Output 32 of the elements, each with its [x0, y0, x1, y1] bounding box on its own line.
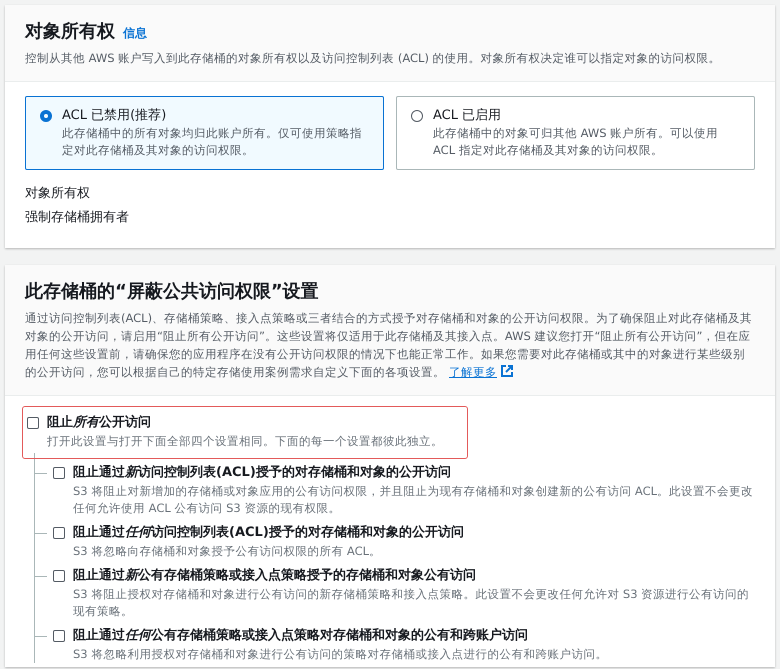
radio-button[interactable]	[411, 110, 423, 122]
radio-tile[interactable]: ACL 已禁用(推荐) 此存储桶中的所有对象均归此账户所有。仅可使用策略指定对此存储桶及其对象的访问权限。	[25, 96, 384, 170]
field-value: 强制存储桶拥有者	[25, 209, 130, 227]
field-label: 对象所有权	[25, 185, 91, 203]
checkbox-label: 阻止通过任何公有存储桶策略或接入点策略对存储桶和对象的公有和跨账户访问	[73, 626, 528, 645]
checkbox[interactable]	[53, 467, 65, 479]
option-label: ACL 已启用	[433, 107, 502, 125]
external-link-icon	[500, 364, 514, 378]
checkbox[interactable]	[53, 630, 65, 642]
section-title: 此存储桶的“屏蔽公共访问权限”设置	[25, 280, 320, 304]
checkbox-label: 阻止通过新访问控制列表(ACL)授予的对存储桶和对象的公开访问	[73, 464, 451, 482]
info-link[interactable]: 信息	[123, 25, 147, 42]
checkbox[interactable]	[53, 527, 65, 539]
checkbox[interactable]	[27, 417, 39, 429]
checkbox[interactable]	[53, 570, 65, 582]
option-label: ACL 已禁用(推荐)	[62, 107, 168, 125]
checkbox-description: S3 将阻止授权对存储桶和对象进行公有访问的新存储桶策略和接入点策略。此设置不会更改任何允许对 S3 资源进行公有访问的现有策略。	[73, 586, 750, 620]
checkbox-label: 阻止通过新公有存储桶策略或接入点策略授予的存储桶和对象公有访问	[73, 566, 476, 585]
learn-more-link[interactable]: 了解更多	[449, 365, 514, 379]
radio-button[interactable]	[40, 110, 52, 122]
checkbox-description: S3 将阻止对新增加的存储桶或对象应用的公有访问权限，并且阻止为现有存储桶和对象创建新的公有访问 ACL。此设置不会更改任何允许使用 ACL 公有访问 S3 资源的现有权限。	[73, 483, 754, 517]
option-description: 此存储桶中的所有对象均归此账户所有。仅可使用策略指定对此存储桶及其对象的访问权限。	[62, 125, 363, 159]
section-description: 通过访问控制列表(ACL)、存储桶策略、接入点策略或三者结合的方式授予对存储桶和对象的公开访问权限。为了确保阻止对此存储桶及其对象的公开访问，请启用“阻止所有公开访问”。这些设置将仅适用于此存储桶及其接入点。AWS 建议您打开“阻止所有公开访问”，但在应用任何这些设置前，请确保您的应用程序在没有公开访问权限的情况下也能正常工作。如果您需要对此存储桶或其中的对象进行某些级别的公开访问，您可以根据自己的特定存储使用案例需求自定义下面的各项设置。 了解更多	[25, 310, 754, 381]
section-description: 控制从其他 AWS 账户写入到此存储桶的对象所有权以及访问控制列表 (ACL) 的使用。对象所有权决定谁可以指定对象的访问权限。	[25, 50, 722, 67]
checkbox-description: S3 将忽略利用授权对存储桶和对象进行公有访问的策略对存储桶或接入点进行的公有和跨账户访问。	[73, 646, 608, 663]
section-title: 对象所有权	[25, 20, 115, 44]
checkbox-description: 打开此设置与打开下面全部四个设置相同。下面的每一个设置都彼此独立。	[47, 433, 443, 450]
checkbox-description: S3 将忽略向存储桶和对象授予公有访问权限的所有 ACL。	[73, 543, 382, 560]
checkbox-label: 阻止所有公开访问	[47, 414, 151, 432]
option-description: 此存储桶中的对象可归其他 AWS 账户所有。可以使用 ACL 指定对此存储桶及其对象的访问权限。	[433, 125, 720, 159]
radio-tile[interactable]: ACL 已启用 此存储桶中的对象可归其他 AWS 账户所有。可以使用 ACL 指定对此存储桶及其对象的访问权限。	[396, 96, 755, 170]
checkbox-label: 阻止通过任何访问控制列表(ACL)授予的对存储桶和对象的公开访问	[73, 524, 464, 542]
